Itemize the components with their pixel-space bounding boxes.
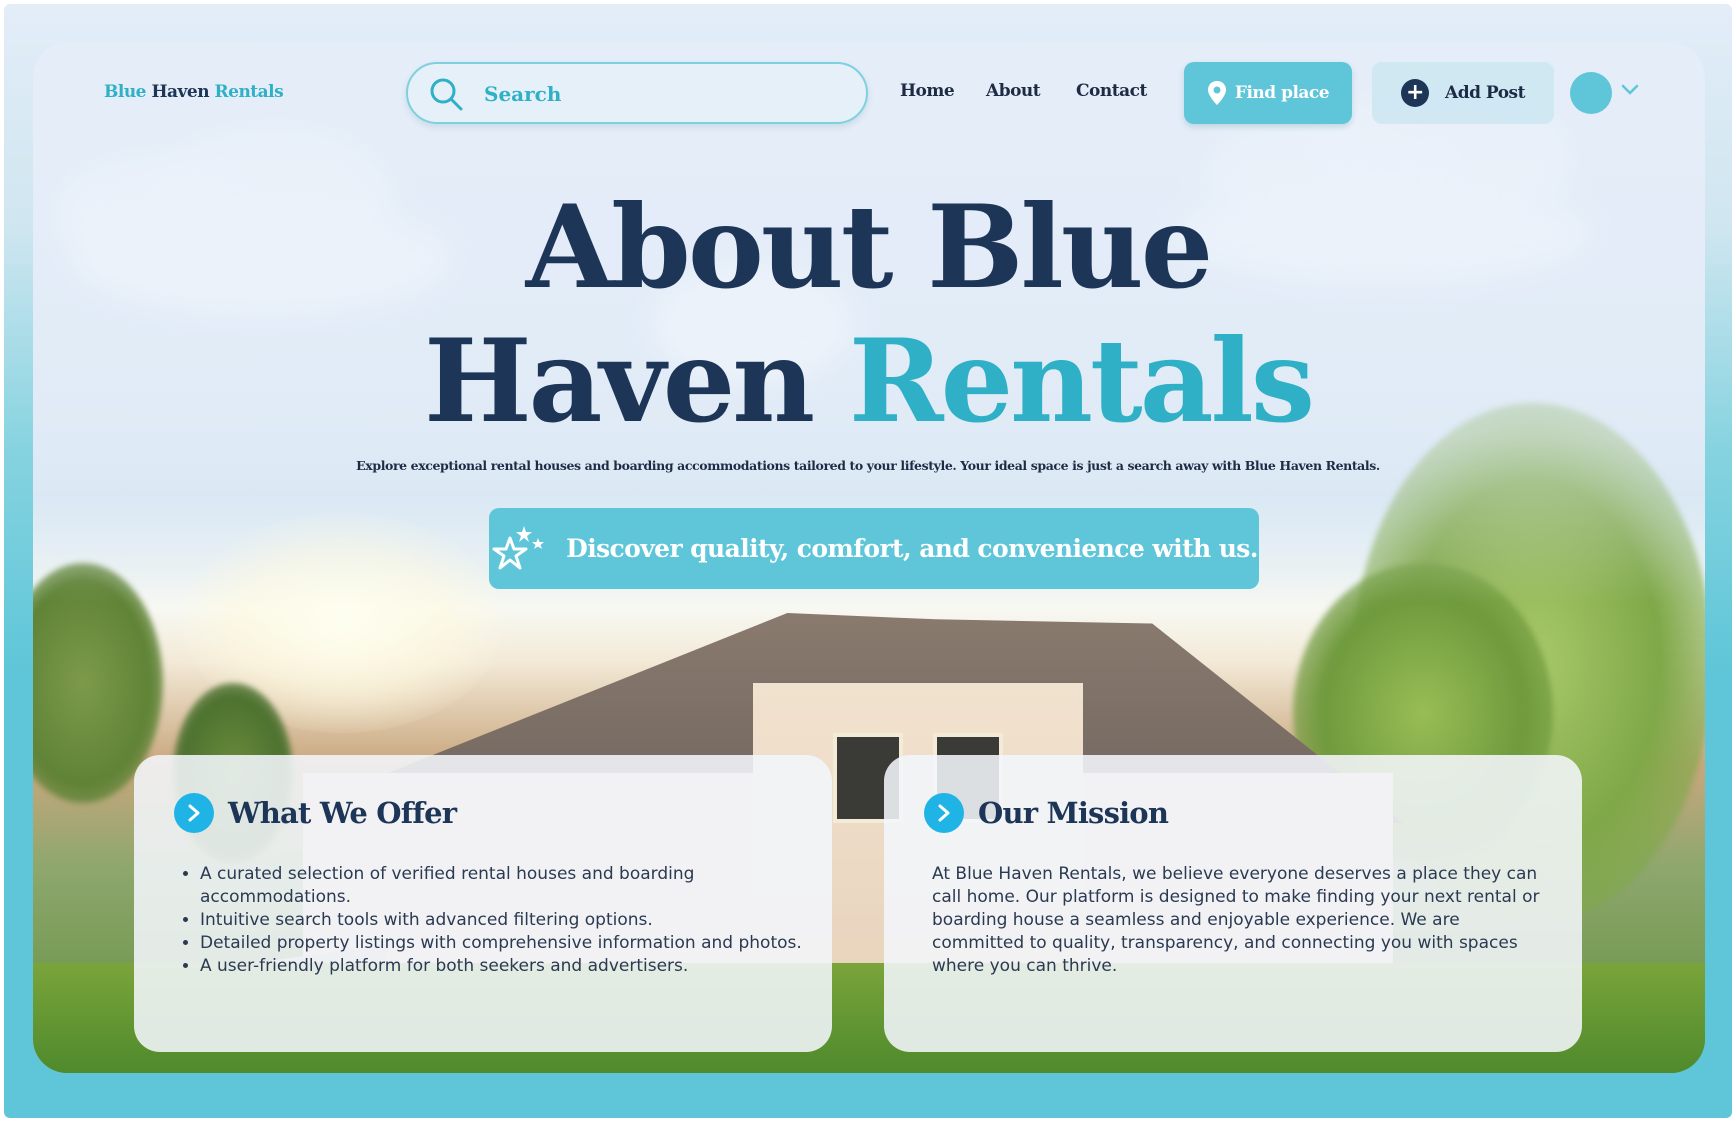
list-item: Intuitive search tools with advanced fil… bbox=[200, 909, 815, 932]
chevron-right-icon bbox=[174, 793, 214, 833]
mission-text: At Blue Haven Rentals, we believe everyo… bbox=[932, 864, 1540, 976]
search-bar[interactable] bbox=[406, 62, 868, 124]
offer-card-title: What We Offer bbox=[228, 796, 457, 830]
avatar[interactable] bbox=[1570, 72, 1612, 114]
mission-card: Our Mission At Blue Haven Rentals, we be… bbox=[884, 755, 1582, 1052]
banner-text: Discover quality, comfort, and convenien… bbox=[566, 534, 1258, 563]
logo-word-haven: Haven bbox=[151, 82, 210, 102]
offer-card-header: What We Offer bbox=[174, 793, 457, 833]
hero-subtitle: Explore exceptional rental houses and bo… bbox=[356, 458, 1380, 473]
hero-title-line2-part1: Haven bbox=[423, 314, 849, 448]
list-item: Detailed property listings with comprehe… bbox=[200, 932, 815, 955]
location-pin-icon bbox=[1207, 81, 1226, 105]
add-post-button[interactable]: + Add Post bbox=[1372, 62, 1554, 124]
list-item: A curated selection of verified rental h… bbox=[200, 863, 815, 909]
nav-link-about[interactable]: About bbox=[986, 81, 1041, 101]
logo-word-rentals: Rentals bbox=[214, 82, 284, 102]
hero-title-line2: Haven Rentals bbox=[0, 314, 1736, 448]
stars-icon bbox=[492, 525, 545, 569]
find-place-button[interactable]: Find place bbox=[1184, 62, 1352, 124]
mission-card-header: Our Mission bbox=[924, 793, 1169, 833]
nav-link-contact[interactable]: Contact bbox=[1076, 81, 1147, 101]
offer-list: A curated selection of verified rental h… bbox=[200, 863, 815, 978]
list-item: A user-friendly platform for both seeker… bbox=[200, 955, 815, 978]
nav-link-home[interactable]: Home bbox=[900, 81, 955, 101]
search-icon[interactable] bbox=[428, 76, 464, 112]
hero-title-accent: Rentals bbox=[848, 314, 1315, 448]
chevron-down-icon[interactable] bbox=[1621, 84, 1639, 96]
mission-card-title: Our Mission bbox=[978, 796, 1169, 830]
search-input[interactable] bbox=[484, 76, 854, 112]
logo-word-blue: Blue bbox=[104, 82, 147, 102]
plus-icon: + bbox=[1401, 79, 1429, 107]
add-post-label: Add Post bbox=[1445, 83, 1525, 103]
hero-title-line1: About Blue bbox=[525, 180, 1214, 314]
brand-logo[interactable]: Blue Haven Rentals bbox=[104, 82, 284, 102]
tagline-banner: Discover quality, comfort, and convenien… bbox=[489, 508, 1259, 589]
offer-card: What We Offer A curated selection of ver… bbox=[134, 755, 832, 1052]
find-place-label: Find place bbox=[1234, 83, 1330, 103]
hero-title: About Blue Haven Rentals bbox=[0, 180, 1736, 448]
chevron-right-icon bbox=[924, 793, 964, 833]
